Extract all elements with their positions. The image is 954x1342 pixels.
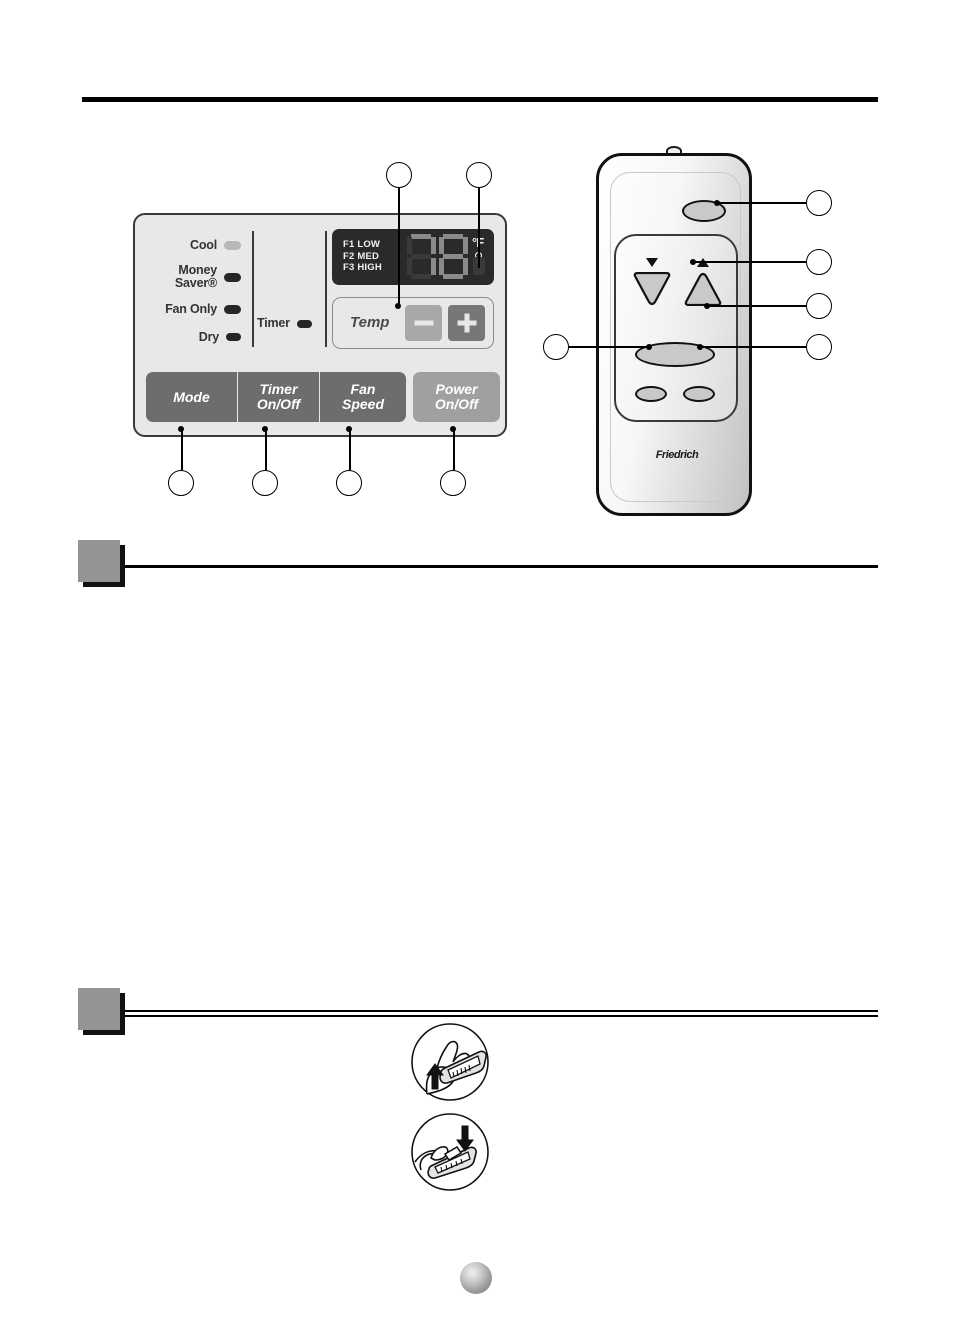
plus-icon-vertical [464,313,469,333]
callout-circle-remote-fan-speed[interactable] [543,334,569,360]
control-panel-button-row: Mode Timer On/Off Fan Speed Power On/Off [146,372,500,422]
callout-circle-remote-mode[interactable] [806,293,832,319]
callout-circle-timer[interactable] [252,470,278,496]
panel-divider-right [325,231,327,347]
callout-line-temp-bar [398,188,400,306]
mode-indicator-list: Cool Money Saver® Fan Only Dry [149,233,241,353]
callout-circle-remote-power[interactable] [806,190,832,216]
power-button-label: Power On/Off [434,381,479,412]
indicator-money-saver: Money Saver® [149,261,241,293]
callout-line-fan-speed [349,429,351,470]
remote-timer-button[interactable] [683,386,715,402]
callout-line-remote-mode [707,305,806,307]
fan-speed-button[interactable]: Fan Speed [320,372,406,422]
section-2-number [78,988,120,1030]
indicator-timer: Timer [257,317,312,330]
temperature-unit-icon: °F [472,235,488,277]
section-header-1 [78,540,878,592]
panel-divider-left [252,231,254,347]
remote-fan-speed-button[interactable] [635,386,667,402]
callout-line-remote-timer [700,346,806,348]
indicator-fan-only: Fan Only [149,297,241,321]
mode-button[interactable]: Mode [146,372,238,422]
callout-dot-temp-bar [395,303,401,309]
indicator-money-saver-label: Money Saver® [174,263,217,290]
section-1-number [78,540,120,582]
minus-icon [414,320,433,326]
section-1-rule [125,565,878,568]
down-arrow-icon [646,258,658,267]
temp-decrease-button[interactable] [405,305,442,341]
indicator-cool: Cool [149,233,241,257]
fan-speed-legend: F1 LOW F2 MED F3 HIGH [343,239,382,274]
callout-circle-power[interactable] [440,470,466,496]
remote-body: Friedrich [596,153,752,516]
temperature-digit-tens [406,233,436,281]
indicator-dry: Dry [149,325,241,349]
indicator-fan-only-led [224,304,241,314]
illustration-slide-battery-cover [407,1022,493,1102]
indicator-cool-led [224,240,241,250]
temp-label: Temp [350,314,390,331]
control-panel: Cool Money Saver® Fan Only Dry Timer F1 … [133,213,507,437]
callout-line-display-unit [478,188,480,268]
fan-legend-f1: F1 LOW [343,239,381,250]
callout-line-power [453,429,455,470]
callout-dot-remote-fan-speed [646,344,652,350]
fan-speed-button-label: Fan Speed [341,381,384,412]
temperature-digits [406,233,468,281]
remote-temp-up-button[interactable] [683,272,723,307]
power-onoff-button[interactable]: Power On/Off [413,372,500,422]
remote-brand-logo: Friedrich [655,449,699,461]
lcd-display: F1 LOW F2 MED F3 HIGH [332,229,494,285]
indicator-dry-label: Dry [198,329,219,344]
indicator-fan-only-label: Fan Only [165,301,217,316]
illustration-insert-battery [407,1112,493,1192]
callout-line-remote-power [717,202,806,204]
timer-button-label: Timer On/Off [256,381,301,412]
indicator-money-saver-led [224,272,241,282]
callout-circle-fan-speed[interactable] [336,470,362,496]
mode-button-label: Mode [173,388,210,405]
callout-circle-display-unit[interactable] [466,162,492,188]
section-2-rule [125,1010,878,1012]
temperature-digit-ones [438,233,468,281]
callout-line-remote-fan-speed [569,346,649,348]
indicator-dry-led [226,333,241,341]
temp-increase-button[interactable] [448,305,485,341]
callout-circle-temp-bar[interactable] [386,162,412,188]
indicator-cool-label: Cool [190,237,217,252]
fan-legend-f2: F2 MED [343,250,380,262]
callout-line-remote-up [693,261,806,263]
remote-temp-down-button[interactable] [632,271,672,306]
callout-circle-mode[interactable] [168,470,194,496]
page-number [460,1262,492,1294]
section-2-box [78,988,120,1030]
indicator-timer-label: Timer [257,316,290,330]
callout-line-mode [181,429,183,470]
section-2-rule-secondary [125,1015,878,1017]
callout-circle-remote-timer[interactable] [806,334,832,360]
header-rule [82,97,878,102]
fan-legend-f3: F3 HIGH [343,262,382,273]
callout-circle-remote-up[interactable] [806,249,832,275]
indicator-timer-led [296,319,312,328]
timer-onoff-button[interactable]: Timer On/Off [238,372,320,422]
callout-line-timer [265,429,267,470]
section-1-box [78,540,120,582]
control-panel-upper: Cool Money Saver® Fan Only Dry Timer F1 … [135,215,505,367]
temp-control-bar: Temp [332,297,494,349]
